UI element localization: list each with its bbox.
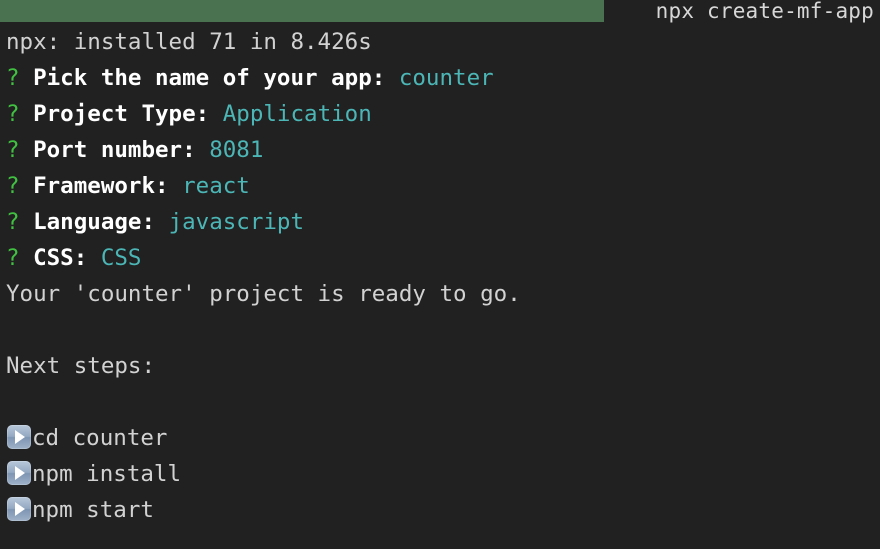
prompt-line-project-type: ? Project Type: Application (6, 96, 372, 132)
next-step-item: cd counter (6, 420, 167, 456)
prompt-line-language: ? Language: javascript (6, 204, 304, 240)
next-step-command: npm install (32, 461, 182, 487)
play-button-triangle (15, 502, 25, 516)
prompt-answer-app-name: counter (398, 65, 494, 91)
prompt-marker-icon: ? (6, 173, 20, 199)
prompt-gap (20, 209, 34, 235)
prompt-gap (385, 65, 399, 91)
prompt-answer-port-number: 8081 (209, 137, 264, 163)
play-button-icon (6, 424, 32, 450)
prompt-label-framework: Framework: (33, 173, 169, 199)
prompt-gap (196, 137, 210, 163)
prompt-gap (20, 101, 34, 127)
prompt-marker-icon: ? (6, 65, 20, 91)
output-line-ready: Your 'counter' project is ready to go. (6, 281, 521, 307)
prompt-gap (209, 101, 223, 127)
next-steps-heading: Next steps: (6, 353, 156, 379)
title-bar-accent (0, 0, 604, 22)
prompt-gap (20, 65, 34, 91)
terminal-window: npx create-mf-app npx: installed 71 in 8… (0, 0, 880, 549)
play-button-triangle (15, 466, 25, 480)
prompt-label-language: Language: (33, 209, 156, 235)
prompt-label-port-number: Port number: (33, 137, 196, 163)
play-button-triangle (15, 430, 25, 444)
prompt-marker-icon: ? (6, 245, 20, 271)
title-bar: npx create-mf-app (0, 0, 880, 24)
prompt-marker-icon: ? (6, 209, 20, 235)
prompt-gap (87, 245, 101, 271)
prompt-line-css: ? CSS: CSS (6, 240, 141, 276)
output-line-install: npx: installed 71 in 8.426s (6, 29, 372, 55)
prompt-label-app-name: Pick the name of your app: (33, 65, 386, 91)
prompt-gap (155, 209, 169, 235)
play-button-icon (6, 496, 32, 522)
prompt-marker-icon: ? (6, 101, 20, 127)
prompt-gap (169, 173, 183, 199)
next-step-command: npm start (32, 497, 154, 523)
terminal-output: npx: installed 71 in 8.426s ? Pick the n… (0, 24, 880, 549)
prompt-line-app-name: ? Pick the name of your app: counter (6, 60, 494, 96)
prompt-answer-project-type: Application (222, 101, 372, 127)
prompt-gap (20, 173, 34, 199)
next-step-item: npm install (6, 456, 181, 492)
prompt-answer-framework: react (182, 173, 250, 199)
prompt-gap (20, 137, 34, 163)
prompt-line-framework: ? Framework: react (6, 168, 250, 204)
prompt-label-project-type: Project Type: (33, 101, 210, 127)
prompt-line-port-number: ? Port number: 8081 (6, 132, 263, 168)
prompt-gap (20, 245, 34, 271)
prompt-marker-icon: ? (6, 137, 20, 163)
prompt-answer-language: javascript (168, 209, 305, 235)
play-button-icon (6, 460, 32, 486)
next-step-command: cd counter (32, 425, 168, 451)
next-step-item: npm start (6, 492, 154, 528)
window-title: npx create-mf-app (655, 0, 874, 23)
prompt-answer-css: CSS (100, 245, 142, 271)
prompt-label-css: CSS: (33, 245, 88, 271)
